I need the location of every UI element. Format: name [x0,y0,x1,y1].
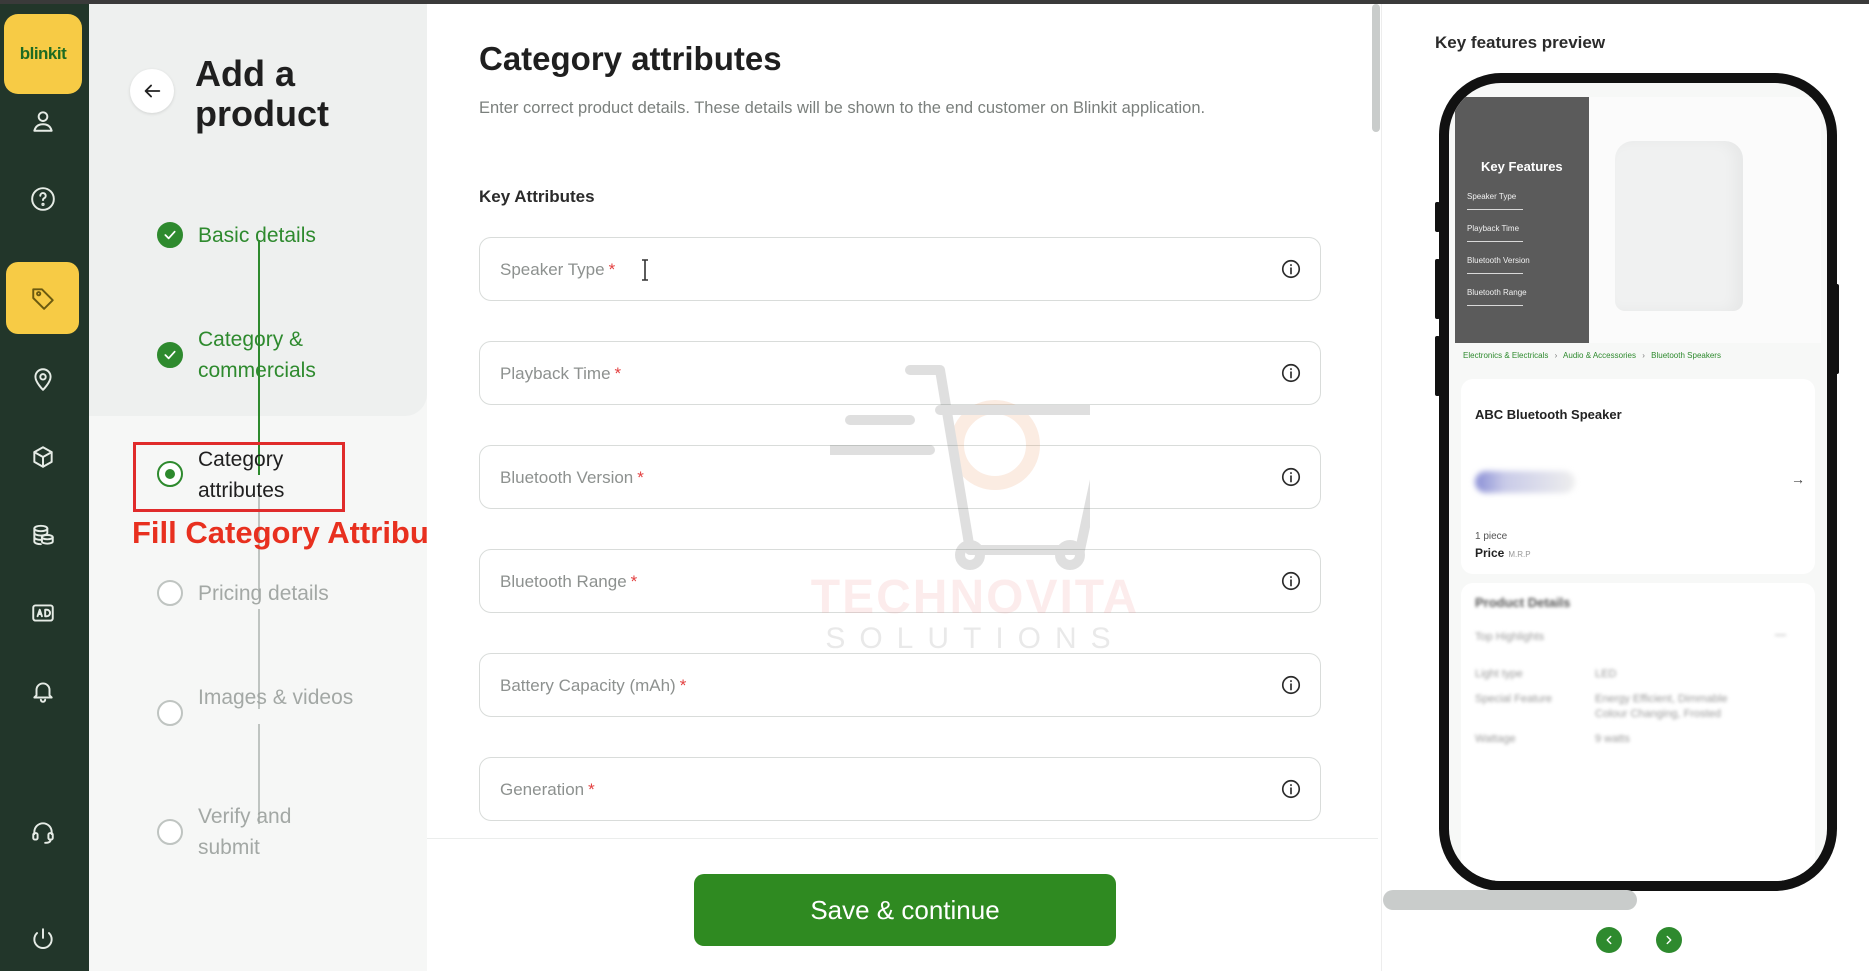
annotation-text: Fill Category Attributes [132,515,474,550]
field-placeholder: Generation * [500,780,595,799]
back-button[interactable] [130,69,174,113]
next-button[interactable] [1656,927,1682,953]
field-placeholder: Bluetooth Range * [500,572,638,591]
form-subtitle: Enter correct product details. These det… [479,99,1206,117]
save-continue-button[interactable]: Save & continue [694,874,1116,946]
preview-panel: Key features preview Key Features Speake… [1381,4,1869,971]
check-icon [157,342,183,368]
step-label: Category & commercials [198,328,316,382]
key-features-title: Key Features [1481,159,1563,174]
breadcrumb-item: Audio & Accessories [1563,351,1636,360]
info-icon[interactable] [1280,778,1302,800]
blinkit-logo[interactable]: blinkit [4,14,82,94]
detail-value: Energy Efficient, Dimmable [1595,693,1728,705]
pending-step-icon [157,580,183,606]
field-placeholder: Bluetooth Version * [500,468,644,487]
breadcrumb-item: Electronics & Electricals [1463,351,1549,360]
details-title: Product Details [1475,595,1571,610]
phone-screen: Key Features Speaker Type Playback Time … [1449,83,1827,881]
price-label: Price M.R.P [1475,546,1531,560]
detail-value: Colour Changing, Frosted [1595,708,1721,720]
check-icon [157,222,183,248]
product-card: ABC Bluetooth Speaker → 1 piece Price M.R… [1461,379,1815,574]
info-icon[interactable] [1280,362,1302,384]
key-feature-item: Bluetooth Range [1467,288,1527,297]
chevron-left-icon [1606,935,1612,945]
field-placeholder: Speaker Type * [500,260,616,279]
playback-time-field[interactable]: Playback Time * [479,341,1321,405]
generation-field[interactable]: Generation * [479,757,1321,821]
breadcrumb-separator: › [1554,351,1558,360]
preview-scrollbar[interactable] [1383,890,1637,910]
divider [1467,241,1523,242]
step-label: Verify and submit [198,805,292,859]
key-feature-item: Speaker Type [1467,192,1517,201]
headset-icon[interactable] [18,807,68,857]
battery-capacity-field[interactable]: Battery Capacity (mAh) * [479,653,1321,717]
bell-icon[interactable] [18,666,68,716]
page-title: Add a product [195,53,329,134]
breadcrumb-item: Bluetooth Speakers [1651,351,1721,360]
bluetooth-version-field[interactable]: Bluetooth Version * [479,445,1321,509]
step-label: Images & videos [198,686,354,709]
info-icon[interactable] [1280,674,1302,696]
preview-title: Key features preview [1435,33,1606,52]
product-hero: Key Features Speaker Type Playback Time … [1455,97,1821,343]
pending-step-icon [157,700,183,726]
pending-step-icon [157,819,183,845]
location-pin-icon[interactable] [18,354,68,404]
product-details-card: Product Details Top Highlights — Light t… [1461,583,1815,881]
coins-icon[interactable] [18,510,68,560]
collapse-icon: — [1775,629,1786,641]
divider [1467,273,1523,274]
info-icon[interactable] [1280,258,1302,280]
user-icon[interactable] [18,96,68,146]
detail-key: Wattage [1475,733,1516,745]
divider [1467,305,1523,306]
box-icon[interactable] [18,432,68,482]
speaker-type-field[interactable]: Speaker Type * [479,237,1321,301]
step-label: Pricing details [198,582,329,605]
phone-mockup: Key Features Speaker Type Playback Time … [1439,73,1837,891]
product-name: ABC Bluetooth Speaker [1475,407,1622,422]
product-image [1615,141,1743,311]
key-feature-item: Bluetooth Version [1467,256,1530,265]
detail-key: Light type [1475,668,1523,680]
text-cursor-icon [640,258,650,282]
quantity-label: 1 piece [1475,531,1508,542]
power-icon[interactable] [18,914,68,964]
detail-value: LED [1595,668,1617,680]
category-attributes-form: Category attributes Enter correct produc… [427,4,1380,971]
detail-value: 9 watts [1595,733,1630,745]
key-features-overlay: Key Features Speaker Type Playback Time … [1455,97,1589,343]
chevron-right-icon [1666,935,1672,945]
detail-key: Special Feature [1475,693,1553,705]
previous-button[interactable] [1596,927,1622,953]
form-title: Category attributes [479,40,782,77]
sidebar-rail: blinkit [0,4,89,971]
brand-chip-blurred [1475,471,1575,493]
form-scrollbar[interactable] [1372,4,1380,132]
details-subtitle: Top Highlights [1475,631,1545,643]
tag-icon[interactable] [6,262,79,334]
breadcrumb-separator: › [1642,351,1645,360]
step-label: Basic details [198,224,316,247]
section-heading: Key Attributes [479,187,595,206]
field-placeholder: Playback Time * [500,364,622,383]
annotation-highlight-box [133,442,345,512]
divider [1467,209,1523,210]
info-icon[interactable] [1280,570,1302,592]
info-icon[interactable] [1280,466,1302,488]
bluetooth-range-field[interactable]: Bluetooth Range * [479,549,1321,613]
arrow-left-icon [144,84,161,98]
arrow-right-icon: → [1791,471,1805,487]
help-icon[interactable] [18,174,68,224]
ad-icon[interactable] [18,588,68,638]
breadcrumb: Electronics & Electricals › Audio & Acce… [1463,351,1721,360]
form-footer: Save & continue [427,838,1378,971]
field-placeholder: Battery Capacity (mAh) * [500,676,687,695]
key-feature-item: Playback Time [1467,224,1520,233]
